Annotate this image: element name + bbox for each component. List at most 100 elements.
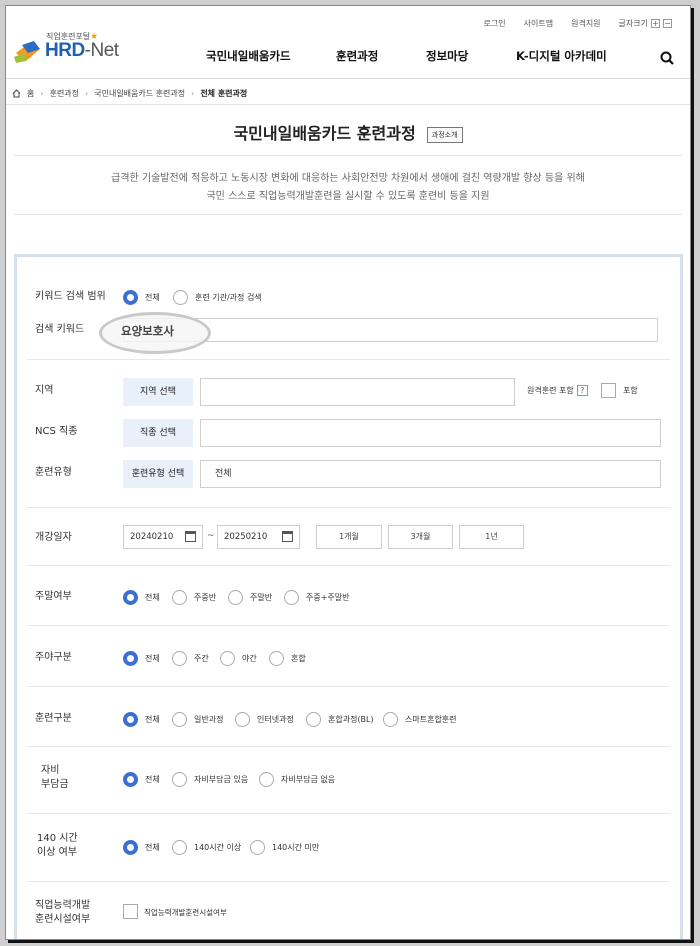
- radio-icon: [172, 712, 187, 727]
- hours-option-over-140[interactable]: 140시간 이상: [172, 840, 241, 855]
- chevron-right-icon: ›: [85, 89, 89, 98]
- window-frame: 로그인 사이트맵 원격지원 글자크기 + − 직업훈련포털★ HRD-Net 국…: [0, 0, 700, 946]
- radio-icon: [123, 590, 138, 605]
- weekend-option-weekday[interactable]: 주중반: [172, 590, 216, 605]
- hours-option-all[interactable]: 전체: [123, 840, 160, 855]
- description-line-1: 급격한 기술발전에 적응하고 노동시장 변화에 대응하는 사회안전망 차원에서 …: [111, 173, 585, 184]
- date-to-input[interactable]: 20250210: [217, 525, 300, 549]
- scope-option-institution[interactable]: 훈련 기관/과정 검색: [173, 290, 262, 305]
- keyword-label: 검색 키워드: [35, 324, 85, 335]
- training-type-label: 훈련유형: [35, 467, 72, 478]
- nav-item-info[interactable]: 정보마당: [426, 48, 516, 64]
- region-label: 지역: [35, 385, 54, 396]
- traintype-option-general[interactable]: 일반과정: [172, 712, 223, 727]
- breadcrumb-home[interactable]: 홈: [27, 88, 34, 99]
- row-divider: [27, 565, 670, 566]
- logo-mark-icon: [14, 41, 40, 63]
- font-size-label: 글자크기: [618, 19, 648, 28]
- radio-icon: [172, 590, 187, 605]
- chevron-right-icon: ›: [40, 89, 44, 98]
- region-select-button[interactable]: 지역 선택: [123, 378, 193, 406]
- daynight-option-day[interactable]: 주간: [172, 651, 209, 666]
- date-from-input[interactable]: 20240210: [123, 525, 203, 549]
- radio-icon: [123, 712, 138, 727]
- radio-icon: [173, 290, 188, 305]
- selfpay-option-yes[interactable]: 자비부담금 있음: [172, 772, 248, 787]
- daynight-option-night[interactable]: 야간: [220, 651, 257, 666]
- period-3-month-button[interactable]: 3개월: [388, 525, 453, 549]
- training-category-label: 훈련구분: [35, 713, 72, 724]
- radio-icon: [123, 772, 138, 787]
- radio-icon: [172, 840, 187, 855]
- row-divider: [27, 625, 670, 626]
- hrd-net-logo[interactable]: 직업훈련포털★ HRD-Net: [14, 31, 134, 71]
- remote-include-checkbox[interactable]: [601, 383, 616, 398]
- calendar-icon[interactable]: [185, 531, 196, 542]
- radio-icon: [123, 840, 138, 855]
- scope-option-all[interactable]: 전체: [123, 290, 160, 305]
- selfpay-option-no[interactable]: 자비부담금 없음: [259, 772, 335, 787]
- training-type-input[interactable]: 전체: [200, 460, 661, 488]
- utility-links: 로그인 사이트맵 원격지원 글자크기 + −: [484, 18, 672, 29]
- page: 로그인 사이트맵 원격지원 글자크기 + − 직업훈련포털★ HRD-Net 국…: [5, 5, 691, 940]
- nav-item-courses[interactable]: 훈련과정: [336, 48, 426, 64]
- training-type-select-button[interactable]: 훈련유형 선택: [123, 460, 193, 488]
- weekend-option-weekend[interactable]: 주말반: [228, 590, 272, 605]
- remote-include-label: 포함: [623, 386, 638, 395]
- font-size-plus-button[interactable]: +: [651, 19, 660, 28]
- daynight-option-mixed[interactable]: 혼합: [269, 651, 306, 666]
- ncs-input[interactable]: [200, 419, 661, 447]
- logo-name: HRD-Net: [45, 40, 119, 61]
- remote-support-link[interactable]: 원격지원: [571, 18, 600, 29]
- keyword-value: 요양보호사: [121, 324, 174, 338]
- facility-checkbox[interactable]: [123, 904, 138, 919]
- period-1-month-button[interactable]: 1개월: [316, 525, 382, 549]
- row-divider: [27, 813, 670, 814]
- traintype-option-all[interactable]: 전체: [123, 712, 160, 727]
- hours-option-under-140[interactable]: 140시간 미만: [250, 840, 319, 855]
- home-icon[interactable]: [12, 89, 21, 98]
- region-input[interactable]: [200, 378, 515, 406]
- title-divider: [14, 155, 682, 156]
- title-area: 국민내일배움카드 훈련과정 과정소개: [6, 120, 690, 144]
- nav-item-card[interactable]: 국민내일배움카드: [206, 48, 336, 64]
- row-divider: [27, 881, 670, 882]
- breadcrumb-item-card-courses[interactable]: 국민내일배움카드 훈련과정: [94, 88, 185, 99]
- radio-icon: [259, 772, 274, 787]
- weekend-option-all[interactable]: 전체: [123, 590, 160, 605]
- help-icon[interactable]: ?: [576, 385, 588, 396]
- breadcrumb-item-courses[interactable]: 훈련과정: [50, 88, 79, 99]
- radio-icon: [123, 651, 138, 666]
- calendar-icon[interactable]: [282, 531, 293, 542]
- remote-training-label: 원격훈련 포함?: [527, 385, 588, 396]
- page-title: 국민내일배움카드 훈련과정: [233, 124, 416, 143]
- main-nav: 국민내일배움카드 훈련과정 정보마당 K-디지털 아카데미: [206, 48, 646, 64]
- traintype-option-internet[interactable]: 인터넷과정: [235, 712, 294, 727]
- ncs-label: NCS 직종: [35, 426, 78, 437]
- search-icon[interactable]: [660, 51, 674, 65]
- radio-icon: [172, 651, 187, 666]
- course-intro-button[interactable]: 과정소개: [426, 126, 463, 143]
- chevron-right-icon: ›: [191, 89, 195, 98]
- nav-item-k-digital[interactable]: K-디지털 아카데미: [516, 48, 646, 64]
- daynight-option-all[interactable]: 전체: [123, 651, 160, 666]
- description-line-2: 국민 스스로 직업능력개발훈련을 실시할 수 있도록 훈련비 등을 지원: [206, 191, 490, 202]
- facility-checkbox-label: 직업능력개발훈련시설여부: [144, 908, 227, 917]
- row-divider: [27, 686, 670, 687]
- login-link[interactable]: 로그인: [484, 18, 506, 29]
- font-size-minus-button[interactable]: −: [663, 19, 672, 28]
- start-date-label: 개강일자: [35, 532, 72, 543]
- sitemap-link[interactable]: 사이트맵: [524, 18, 553, 29]
- weekend-option-both[interactable]: 주중+주말반: [284, 590, 350, 605]
- facility-label: 직업능력개발 훈련시설여부: [35, 900, 91, 925]
- ncs-select-button[interactable]: 직종 선택: [123, 419, 193, 447]
- traintype-option-blended[interactable]: 혼합과정(BL): [306, 712, 374, 727]
- selfpay-option-all[interactable]: 전체: [123, 772, 160, 787]
- radio-icon: [220, 651, 235, 666]
- row-divider: [27, 359, 670, 360]
- breadcrumb-divider: [6, 104, 690, 105]
- traintype-option-smart[interactable]: 스마트혼합훈련: [383, 712, 457, 727]
- radio-icon: [306, 712, 321, 727]
- period-1-year-button[interactable]: 1년: [459, 525, 524, 549]
- row-divider: [27, 507, 670, 508]
